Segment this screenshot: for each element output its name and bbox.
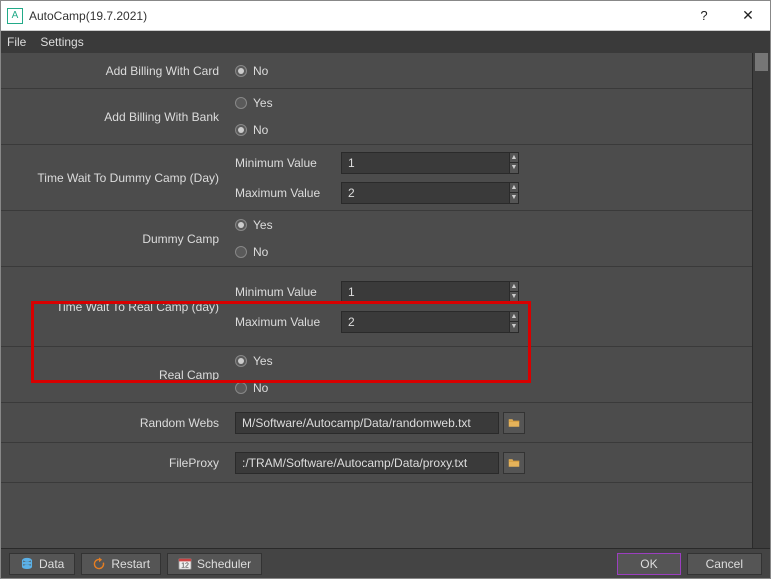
radio-add-billing-card-no[interactable]: No: [235, 60, 746, 82]
vertical-scrollbar[interactable]: [752, 53, 770, 548]
window-title: AutoCamp(19.7.2021): [29, 9, 147, 23]
folder-icon: [508, 417, 520, 429]
radio-icon: [235, 97, 247, 109]
radio-icon: [235, 246, 247, 258]
scrollbar-thumb[interactable]: [755, 53, 768, 71]
radio-label-no: No: [253, 123, 268, 137]
data-button[interactable]: Data: [9, 553, 75, 575]
input-real-min[interactable]: [342, 285, 509, 299]
radio-icon: [235, 65, 247, 77]
radio-icon: [235, 124, 247, 136]
label-real-camp: Real Camp: [1, 347, 229, 402]
spin-up-icon[interactable]: ▲: [509, 312, 518, 323]
folder-icon: [508, 457, 520, 469]
ok-button[interactable]: OK: [617, 553, 680, 575]
spin-dummy-min[interactable]: ▲ ▼: [341, 152, 519, 174]
help-button[interactable]: ?: [682, 1, 726, 31]
spin-up-icon[interactable]: ▲: [509, 153, 518, 164]
data-button-label: Data: [39, 557, 64, 571]
label-max: Maximum Value: [235, 186, 335, 200]
input-file-proxy[interactable]: [236, 456, 498, 470]
spin-down-icon[interactable]: ▼: [509, 193, 518, 203]
radio-label-no: No: [253, 64, 268, 78]
radio-label-no: No: [253, 245, 268, 259]
input-random-webs[interactable]: [236, 416, 498, 430]
ok-button-label: OK: [640, 557, 657, 571]
label-random-webs: Random Webs: [1, 403, 229, 442]
path-file-proxy[interactable]: [235, 452, 499, 474]
label-add-billing-bank: Add Billing With Bank: [1, 89, 229, 144]
browse-file-proxy-button[interactable]: [503, 452, 525, 474]
svg-text:12: 12: [181, 562, 189, 569]
calendar-icon: 12: [178, 557, 192, 571]
input-real-max[interactable]: [342, 315, 509, 329]
settings-form: Add Billing With Card No Add Billing Wit…: [1, 53, 752, 548]
spin-down-icon[interactable]: ▼: [509, 292, 518, 302]
radio-real-camp-yes[interactable]: Yes: [235, 351, 746, 372]
menu-settings[interactable]: Settings: [40, 35, 83, 49]
radio-dummy-camp-yes[interactable]: Yes: [235, 215, 746, 236]
footer-toolbar: Data Restart 12 Scheduler OK Cancel: [1, 548, 770, 578]
spin-up-icon[interactable]: ▲: [509, 183, 518, 194]
menu-file[interactable]: File: [7, 35, 26, 49]
radio-label-yes: Yes: [253, 218, 273, 232]
path-random-webs[interactable]: [235, 412, 499, 434]
scheduler-button-label: Scheduler: [197, 557, 251, 571]
radio-add-billing-bank-yes[interactable]: Yes: [235, 93, 746, 114]
menubar: File Settings: [1, 31, 770, 53]
content-area: Add Billing With Card No Add Billing Wit…: [1, 53, 770, 548]
titlebar: A AutoCamp(19.7.2021) ? ✕: [1, 1, 770, 31]
restart-button-label: Restart: [111, 557, 150, 571]
label-add-billing-card: Add Billing With Card: [1, 53, 229, 88]
browse-random-webs-button[interactable]: [503, 412, 525, 434]
radio-dummy-camp-no[interactable]: No: [235, 242, 746, 263]
label-time-wait-dummy: Time Wait To Dummy Camp (Day): [1, 145, 229, 210]
scheduler-button[interactable]: 12 Scheduler: [167, 553, 262, 575]
radio-label-no: No: [253, 381, 268, 395]
radio-label-yes: Yes: [253, 354, 273, 368]
radio-icon: [235, 219, 247, 231]
close-button[interactable]: ✕: [726, 1, 770, 31]
input-dummy-max[interactable]: [342, 186, 509, 200]
radio-real-camp-no[interactable]: No: [235, 378, 746, 399]
spin-dummy-max[interactable]: ▲ ▼: [341, 182, 519, 204]
spin-real-min[interactable]: ▲ ▼: [341, 281, 519, 303]
spin-down-icon[interactable]: ▼: [509, 322, 518, 332]
restart-button[interactable]: Restart: [81, 553, 161, 575]
radio-label-yes: Yes: [253, 96, 273, 110]
label-min: Minimum Value: [235, 156, 335, 170]
spin-real-max[interactable]: ▲ ▼: [341, 311, 519, 333]
restart-icon: [92, 557, 106, 571]
label-time-wait-real: Time Wait To Real Camp (day): [1, 267, 229, 346]
cancel-button[interactable]: Cancel: [687, 553, 762, 575]
input-dummy-min[interactable]: [342, 156, 509, 170]
app-icon: A: [7, 8, 23, 24]
cancel-button-label: Cancel: [706, 557, 743, 571]
radio-add-billing-bank-no[interactable]: No: [235, 120, 746, 141]
row-time-wait-real: Time Wait To Real Camp (day) Minimum Val…: [1, 267, 752, 347]
radio-icon: [235, 382, 247, 394]
label-file-proxy: FileProxy: [1, 443, 229, 482]
label-min: Minimum Value: [235, 285, 335, 299]
label-max: Maximum Value: [235, 315, 335, 329]
label-dummy-camp: Dummy Camp: [1, 211, 229, 266]
spin-up-icon[interactable]: ▲: [509, 282, 518, 293]
radio-icon: [235, 355, 247, 367]
database-icon: [20, 557, 34, 571]
spin-down-icon[interactable]: ▼: [509, 163, 518, 173]
